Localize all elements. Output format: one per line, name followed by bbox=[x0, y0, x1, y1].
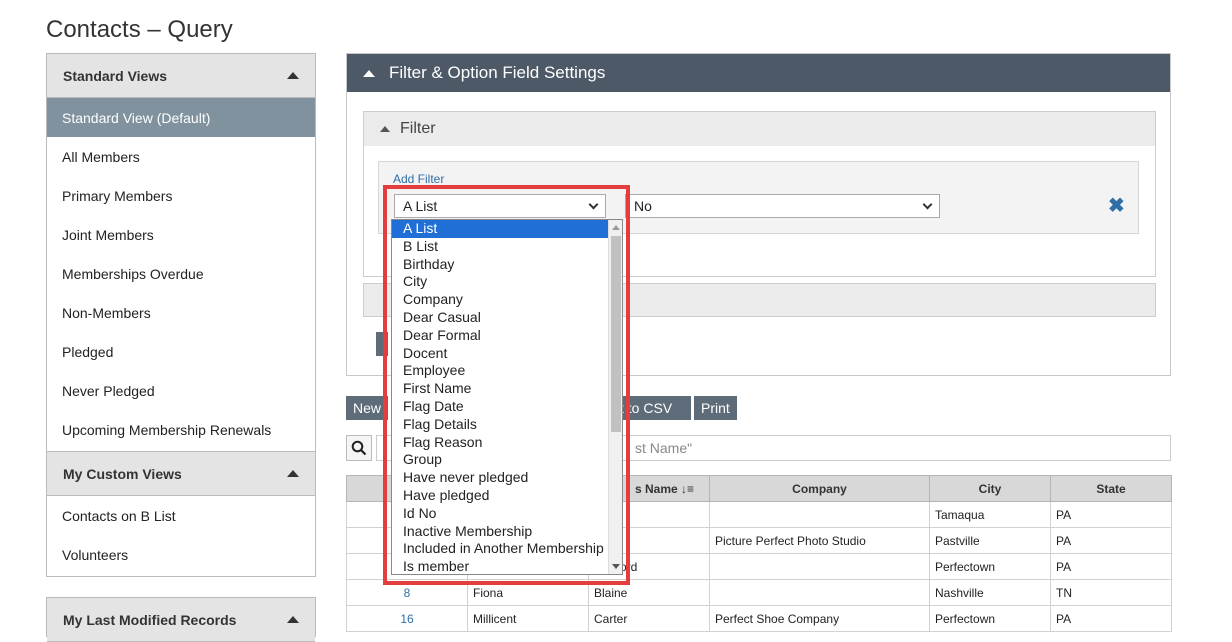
row-state: PA bbox=[1050, 527, 1172, 554]
last-modified-header[interactable]: My Last Modified Records bbox=[47, 598, 315, 642]
custom-views-panel: My Custom Views Contacts on B List Volun… bbox=[46, 451, 316, 577]
standard-views-title: Standard Views bbox=[63, 67, 168, 84]
sidebar-item-standard-view[interactable]: Standard View (Default) bbox=[47, 98, 315, 137]
sidebar-item-primary-members[interactable]: Primary Members bbox=[47, 176, 315, 215]
row-first-name: Millicent bbox=[467, 605, 589, 632]
highlight-frame bbox=[383, 185, 630, 585]
sidebar-item-joint-members[interactable]: Joint Members bbox=[47, 215, 315, 254]
search-button[interactable] bbox=[346, 435, 372, 461]
sidebar-item-all-members[interactable]: All Members bbox=[47, 137, 315, 176]
row-company bbox=[709, 579, 930, 606]
custom-views-header[interactable]: My Custom Views bbox=[47, 452, 315, 496]
row-company bbox=[709, 501, 930, 528]
filter-settings-title: Filter & Option Field Settings bbox=[389, 63, 606, 82]
row-company bbox=[709, 553, 930, 580]
sidebar-item-volunteers[interactable]: Volunteers bbox=[47, 535, 315, 574]
sidebar-item-never-pledged[interactable]: Never Pledged bbox=[47, 371, 315, 410]
row-city: Tamaqua bbox=[929, 501, 1051, 528]
sidebar-item-non-members[interactable]: Non-Members bbox=[47, 293, 315, 332]
standard-views-header[interactable]: Standard Views bbox=[47, 54, 315, 98]
collapse-triangle-icon[interactable] bbox=[287, 470, 299, 477]
row-city: Pastville bbox=[929, 527, 1051, 554]
print-button[interactable]: Print bbox=[694, 396, 737, 420]
custom-views-title: My Custom Views bbox=[63, 465, 182, 482]
close-x-icon[interactable]: ✖ bbox=[1108, 193, 1125, 218]
filter-value-select[interactable]: No bbox=[625, 194, 940, 218]
row-state: TN bbox=[1050, 579, 1172, 606]
last-modified-title: My Last Modified Records bbox=[63, 611, 237, 628]
collapse-triangle-icon[interactable] bbox=[363, 69, 375, 77]
row-last-name: Carter bbox=[588, 605, 710, 632]
collapse-triangle-icon[interactable] bbox=[287, 72, 299, 79]
row-state: PA bbox=[1050, 605, 1172, 632]
page-title: Contacts – Query bbox=[46, 16, 233, 43]
row-city: Nashville bbox=[929, 579, 1051, 606]
filter-subpanel-header[interactable]: Filter bbox=[364, 112, 1155, 146]
row-id[interactable]: 16 bbox=[346, 605, 468, 632]
sidebar-item-upcoming-renewals[interactable]: Upcoming Membership Renewals bbox=[47, 410, 315, 449]
col-company-header[interactable]: Company bbox=[709, 475, 930, 502]
sidebar-item-contacts-b-list[interactable]: Contacts on B List bbox=[47, 496, 315, 535]
row-state: PA bbox=[1050, 553, 1172, 580]
search-placeholder: st Name" bbox=[635, 440, 693, 456]
sidebar-item-pledged[interactable]: Pledged bbox=[47, 332, 315, 371]
sort-icon[interactable]: ↓≡ bbox=[681, 482, 694, 496]
col-city-header[interactable]: City bbox=[929, 475, 1051, 502]
sidebar-item-memberships-overdue[interactable]: Memberships Overdue bbox=[47, 254, 315, 293]
last-modified-panel: My Last Modified Records bbox=[46, 597, 316, 642]
row-state: PA bbox=[1050, 501, 1172, 528]
filter-subpanel-title: Filter bbox=[400, 120, 436, 137]
last-name-header-label: s Name bbox=[635, 481, 678, 496]
filter-value-value: No bbox=[634, 198, 652, 214]
filter-settings-header[interactable]: Filter & Option Field Settings bbox=[347, 54, 1170, 92]
new-button[interactable]: New bbox=[346, 396, 389, 420]
standard-views-panel: Standard Views Standard View (Default) A… bbox=[46, 53, 316, 452]
row-company: Perfect Shoe Company bbox=[709, 605, 930, 632]
row-city: Perfectown bbox=[929, 605, 1051, 632]
row-company: Picture Perfect Photo Studio bbox=[709, 527, 930, 554]
collapse-triangle-icon[interactable] bbox=[380, 126, 390, 132]
add-filter-link[interactable]: Add Filter bbox=[393, 172, 444, 186]
chevron-down-icon bbox=[922, 199, 933, 210]
search-icon bbox=[351, 440, 367, 456]
table-row[interactable]: 16 Millicent Carter Perfect Shoe Company… bbox=[346, 605, 1172, 632]
row-city: Perfectown bbox=[929, 553, 1051, 580]
col-state-header[interactable]: State bbox=[1050, 475, 1172, 502]
collapse-triangle-icon[interactable] bbox=[287, 616, 299, 623]
